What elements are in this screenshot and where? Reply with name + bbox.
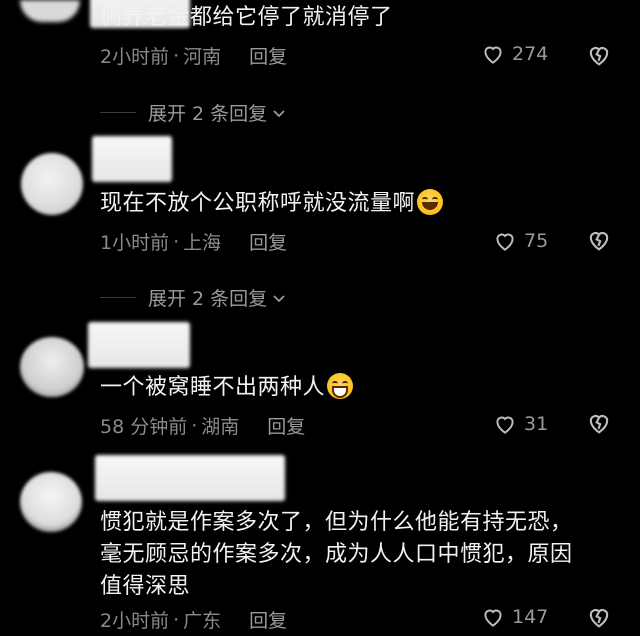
like-button[interactable]: 75 (492, 228, 548, 254)
username-blurred[interactable] (88, 322, 190, 368)
broken-heart-icon[interactable] (585, 603, 613, 631)
comment-time: 58 分钟前 (100, 416, 188, 438)
comment-location: 河南 (183, 46, 222, 68)
comment-location: 上海 (183, 232, 222, 254)
heart-outline-icon (496, 233, 514, 251)
comment-text: 一个被窝睡不出两种人 (100, 372, 600, 404)
avatar[interactable] (20, 0, 80, 22)
comment-meta: 1小时前 · 上海 回复 (100, 228, 287, 255)
meta-separator: · (173, 608, 180, 631)
comment-text-content: 现在不放个公职称呼就没流量啊 (100, 191, 416, 216)
broken-heart-icon[interactable] (585, 226, 613, 254)
reply-button[interactable]: 回复 (249, 42, 287, 69)
comment-text: 惯犯就是作案多次了，但为什么他能有持无恐，毫无顾忌的作案多次，成为人人口中惯犯，… (100, 510, 573, 599)
reply-button[interactable]: 回复 (267, 412, 305, 439)
like-button[interactable]: 147 (480, 604, 548, 630)
expand-replies[interactable]: 展开 2 条回复 (100, 284, 287, 311)
expand-label: 展开 2 条回复 (148, 288, 268, 310)
avatar[interactable] (21, 153, 83, 215)
like-button[interactable]: 31 (492, 411, 548, 437)
username-blurred[interactable] (95, 455, 285, 501)
meta-separator: · (191, 414, 198, 437)
grin-sweat-emoji (327, 373, 354, 399)
rofl-emoji (417, 189, 444, 215)
comment-time: 2小时前 (100, 610, 170, 632)
like-count: 147 (512, 606, 549, 628)
comment-text: 俩养老金都给它停了就消停了 (100, 5, 393, 30)
divider-line (100, 112, 136, 113)
username-blurred[interactable] (92, 136, 172, 182)
comment-text-content: 一个被窝睡不出两种人 (100, 375, 326, 400)
reply-button[interactable]: 回复 (249, 606, 287, 633)
like-count: 75 (524, 230, 549, 252)
chevron-down-icon (273, 294, 285, 302)
heart-outline-icon (484, 609, 502, 627)
comment-meta: 58 分钟前 · 湖南 回复 (100, 412, 305, 439)
like-count: 274 (512, 43, 549, 65)
meta-separator: · (173, 230, 180, 253)
avatar[interactable] (20, 472, 82, 532)
expand-replies[interactable]: 展开 2 条回复 (100, 99, 287, 126)
reply-button[interactable]: 回复 (249, 228, 287, 255)
expand-label: 展开 2 条回复 (148, 103, 268, 125)
divider-line (100, 297, 136, 298)
comment-meta: 2小时前 · 河南 回复 (100, 42, 287, 69)
like-button[interactable]: 274 (480, 41, 548, 67)
comment-time: 2小时前 (100, 46, 170, 68)
heart-outline-icon (484, 46, 502, 64)
broken-heart-icon[interactable] (585, 41, 613, 69)
like-count: 31 (524, 413, 549, 435)
comment-text: 现在不放个公职称呼就没流量啊 (100, 188, 600, 220)
heart-outline-icon (496, 416, 514, 434)
broken-heart-icon[interactable] (585, 409, 613, 437)
comment-time: 1小时前 (100, 232, 170, 254)
meta-separator: · (173, 44, 180, 67)
chevron-down-icon (273, 109, 285, 117)
avatar[interactable] (20, 337, 84, 397)
comment-location: 湖南 (201, 416, 240, 438)
comment-location: 广东 (183, 610, 222, 632)
comment-meta: 2小时前 · 广东 回复 (100, 606, 287, 633)
